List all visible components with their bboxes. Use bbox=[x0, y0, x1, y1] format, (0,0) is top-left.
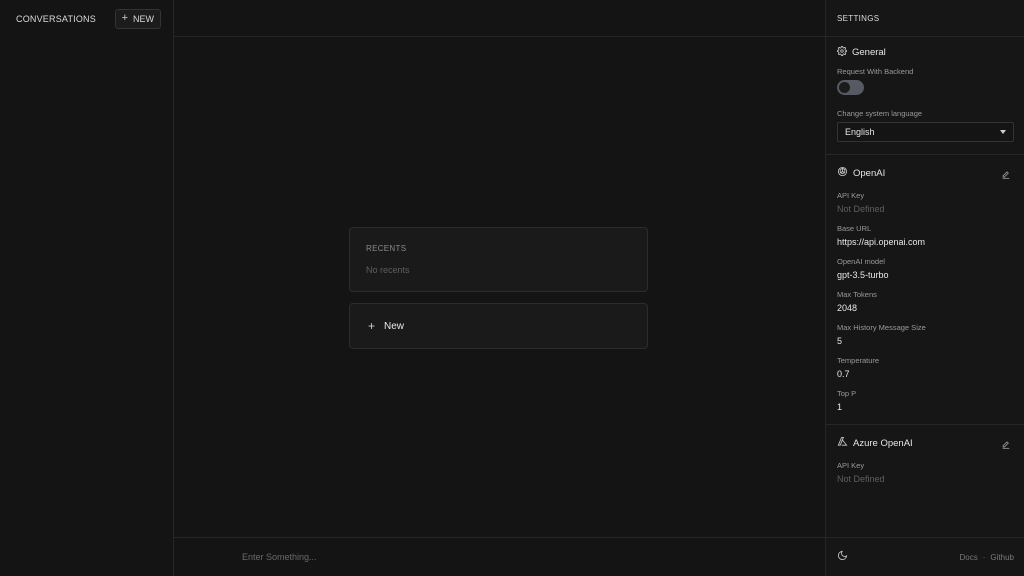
field-value: 2048 bbox=[837, 303, 858, 313]
new-chat-card[interactable]: + New bbox=[349, 303, 648, 349]
language-select[interactable]: English bbox=[837, 122, 1014, 142]
request-backend-toggle[interactable] bbox=[837, 80, 864, 95]
openai-field-model[interactable]: OpenAI model gpt-3.5-turbo bbox=[837, 257, 1013, 280]
field-label: OpenAI model bbox=[837, 257, 885, 266]
footer-separator: · bbox=[982, 552, 986, 562]
azure-field-api-key[interactable]: API Key Not Defined bbox=[837, 461, 1013, 484]
docs-link[interactable]: Docs bbox=[960, 553, 978, 562]
plus-icon: + bbox=[121, 12, 128, 24]
openai-field-temperature[interactable]: Temperature 0.7 bbox=[837, 356, 1013, 379]
field-value: 5 bbox=[837, 336, 843, 346]
field-label: API Key bbox=[837, 461, 865, 470]
field-label: API Key bbox=[837, 191, 865, 200]
language-label: Change system language bbox=[837, 109, 923, 118]
toggle-knob bbox=[839, 82, 850, 93]
general-section: General Request With Backend Change syst… bbox=[826, 37, 1024, 155]
recents-empty-text: No recents bbox=[366, 265, 410, 275]
field-value: https://api.openai.com bbox=[837, 237, 926, 247]
new-conversation-label: NEW bbox=[133, 13, 154, 24]
main-panel: RECENTS No recents + New bbox=[174, 0, 825, 576]
main-topbar bbox=[174, 0, 825, 37]
caret-down-icon bbox=[1000, 130, 1006, 134]
gear-icon bbox=[837, 43, 847, 61]
language-value: English bbox=[845, 127, 875, 137]
field-label: Base URL bbox=[837, 224, 872, 233]
azure-logo-icon bbox=[837, 434, 848, 452]
openai-section: OpenAI API Key Not Defined Base URL http… bbox=[826, 155, 1024, 425]
general-section-header: General bbox=[837, 45, 1013, 59]
settings-panel: SETTINGS General Request With Backend Ch… bbox=[825, 0, 1024, 576]
message-input[interactable] bbox=[242, 552, 742, 562]
conversations-title: CONVERSATIONS bbox=[16, 13, 96, 24]
language-field: Change system language English bbox=[837, 109, 1014, 142]
pencil-icon[interactable] bbox=[1001, 437, 1011, 455]
request-backend-field: Request With Backend bbox=[837, 67, 1013, 95]
openai-title: OpenAI bbox=[853, 167, 886, 179]
openai-logo-icon bbox=[837, 164, 848, 182]
new-chat-label: New bbox=[384, 320, 405, 332]
new-conversation-button[interactable]: + NEW bbox=[114, 8, 161, 29]
openai-field-max-tokens[interactable]: Max Tokens 2048 bbox=[837, 290, 1013, 313]
github-link[interactable]: Github bbox=[990, 553, 1014, 562]
openai-field-top-p[interactable]: Top P 1 bbox=[837, 389, 1013, 412]
openai-section-header: OpenAI bbox=[837, 166, 1013, 180]
general-title: General bbox=[852, 46, 886, 58]
openai-fields: API Key Not Defined Base URL https://api… bbox=[837, 191, 1013, 412]
azure-section: Azure OpenAI API Key Not Defined bbox=[826, 425, 1024, 506]
field-label: Max History Message Size bbox=[837, 323, 926, 332]
azure-title: Azure OpenAI bbox=[853, 437, 913, 449]
settings-title: SETTINGS bbox=[826, 0, 1024, 37]
azure-section-header: Azure OpenAI bbox=[837, 436, 1013, 450]
field-value: 0.7 bbox=[837, 369, 850, 379]
settings-footer: Docs · Github bbox=[826, 537, 1024, 576]
openai-field-api-key[interactable]: API Key Not Defined bbox=[837, 191, 1013, 214]
field-value: Not Defined bbox=[837, 474, 885, 484]
footer-links: Docs · Github bbox=[960, 553, 1014, 562]
app-window: CONVERSATIONS + NEW RECENTS No recents +… bbox=[0, 0, 1024, 576]
field-label: Max Tokens bbox=[837, 290, 877, 299]
moon-icon[interactable] bbox=[837, 548, 848, 566]
conversations-sidebar: CONVERSATIONS + NEW bbox=[0, 0, 174, 576]
conversations-header: CONVERSATIONS + NEW bbox=[0, 0, 173, 37]
message-input-bar bbox=[174, 537, 825, 576]
pencil-icon[interactable] bbox=[1001, 167, 1011, 185]
field-label: Top P bbox=[837, 389, 857, 398]
plus-icon: + bbox=[368, 319, 376, 333]
recents-card: RECENTS No recents bbox=[349, 227, 648, 292]
request-backend-label: Request With Backend bbox=[837, 67, 914, 76]
field-value: 1 bbox=[837, 402, 843, 412]
openai-field-base-url[interactable]: Base URL https://api.openai.com bbox=[837, 224, 1013, 247]
field-value: gpt-3.5-turbo bbox=[837, 270, 889, 280]
recents-label: RECENTS bbox=[366, 244, 407, 253]
openai-field-max-history[interactable]: Max History Message Size 5 bbox=[837, 323, 1013, 346]
field-label: Temperature bbox=[837, 356, 880, 365]
field-value: Not Defined bbox=[837, 204, 885, 214]
